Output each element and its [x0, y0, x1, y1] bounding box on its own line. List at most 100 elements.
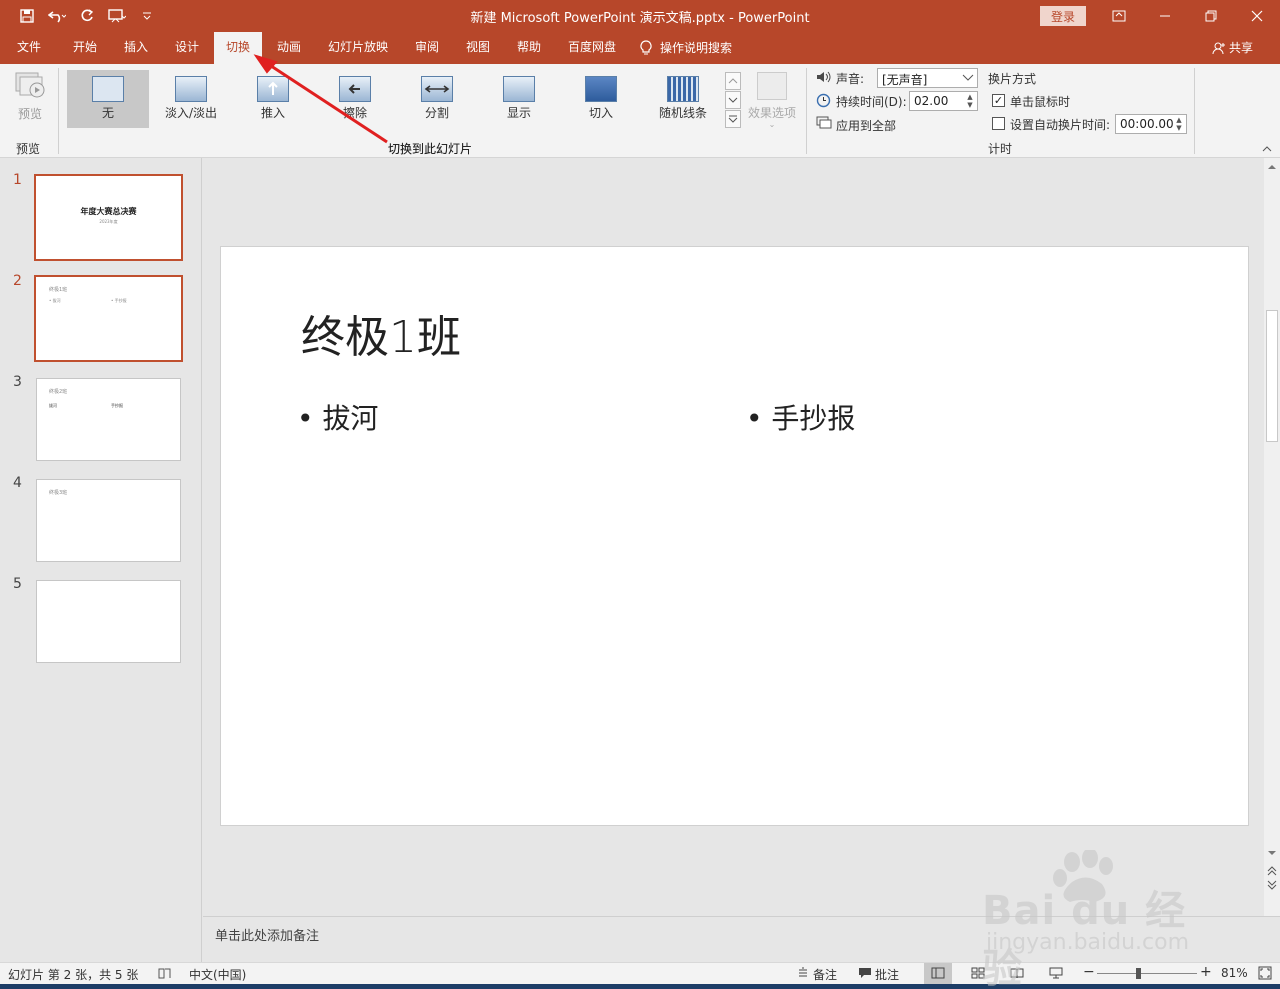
- restore-icon[interactable]: [1188, 0, 1234, 32]
- tab-baidu-netdisk[interactable]: 百度网盘: [560, 32, 624, 64]
- accessibility-icon[interactable]: [158, 967, 171, 980]
- slide-title[interactable]: 终极1班: [301, 301, 461, 365]
- notes-placeholder[interactable]: 单击此处添加备注: [215, 925, 319, 944]
- slide-thumbnail-pane: 1 年度大赛总决赛 2023年度 2 终极1班 • 拔河 • 手抄报 3 终极2…: [0, 158, 202, 962]
- normal-view-button[interactable]: [924, 963, 952, 984]
- transition-push-icon: [257, 76, 289, 102]
- notes-toggle[interactable]: 备注: [813, 966, 837, 983]
- transition-wipe-icon: [339, 76, 371, 102]
- current-slide[interactable]: 终极1班 • 拔河 • 手抄报: [220, 246, 1249, 826]
- thumbnail-bullet: 手抄报: [111, 403, 123, 408]
- tab-design[interactable]: 设计: [164, 32, 210, 64]
- transition-reveal[interactable]: 显示: [478, 70, 560, 128]
- slide-thumbnail-2[interactable]: 终极1班 • 拔河 • 手抄报: [34, 275, 183, 362]
- transition-fade-icon: [175, 76, 207, 102]
- next-slide-icon[interactable]: [1267, 880, 1277, 890]
- transition-none[interactable]: 无: [67, 70, 149, 128]
- watermark-url: jingyan.baidu.com: [986, 930, 1190, 955]
- timing-group-label: 计时: [988, 142, 1013, 156]
- clock-icon: [816, 93, 831, 108]
- transition-push[interactable]: 推入: [232, 70, 314, 128]
- effect-options-button[interactable]: 效果选项 ⌄: [746, 70, 798, 132]
- transition-cut-icon: [585, 76, 617, 102]
- gallery-scroll-up[interactable]: [725, 72, 741, 90]
- minimize-icon[interactable]: [1142, 0, 1188, 32]
- tab-file[interactable]: 文件: [8, 32, 50, 64]
- speaker-icon: [817, 71, 831, 83]
- transition-cut[interactable]: 切入: [560, 70, 642, 128]
- fit-to-window-icon[interactable]: [1258, 966, 1272, 980]
- slide-bullet-left[interactable]: • 拔河: [297, 397, 378, 437]
- scrollbar-thumb[interactable]: [1266, 310, 1278, 442]
- thumbnail-title: 终极1班: [49, 287, 68, 293]
- previous-slide-icon[interactable]: [1267, 866, 1277, 876]
- effect-options-label: 效果选项: [747, 106, 796, 120]
- thumbnail-title: 年度大赛总决赛: [80, 207, 137, 216]
- auto-advance-label: 设置自动换片时间:: [1010, 118, 1111, 132]
- language-status[interactable]: 中文(中国): [189, 966, 246, 983]
- transition-reveal-label: 显示: [506, 106, 531, 120]
- transition-split-label: 分割: [424, 106, 449, 120]
- chevron-down-icon: [728, 97, 738, 103]
- comments-toggle[interactable]: 批注: [875, 966, 899, 983]
- ribbon-display-options-icon[interactable]: [1096, 0, 1142, 32]
- gallery-scroll-down[interactable]: [725, 91, 741, 109]
- transition-none-icon: [92, 76, 124, 102]
- tell-me-label: 操作说明搜索: [660, 41, 733, 55]
- transition-fade-label: 淡入/淡出: [164, 106, 218, 120]
- thumbnail-number: 2: [13, 273, 22, 289]
- slide-thumbnail-4[interactable]: 终极3班: [36, 479, 181, 562]
- transition-split[interactable]: 分割: [396, 70, 478, 128]
- scroll-up-icon[interactable]: [1267, 164, 1277, 170]
- slide-count-status: 幻灯片 第 2 张，共 5 张: [8, 968, 139, 982]
- ribbon-tabs: 文件 开始 插入 设计 切换 动画 幻灯片放映 审阅 视图 帮助 百度网盘 操作…: [0, 32, 1280, 64]
- baidu-watermark: Bai du 经验 jingyan.baidu.com: [982, 848, 1222, 989]
- collapse-ribbon-icon[interactable]: [1262, 146, 1272, 152]
- on-mouse-click-checkbox[interactable]: ✓: [992, 94, 1005, 107]
- tab-help[interactable]: 帮助: [506, 32, 552, 64]
- preview-icon: [15, 72, 45, 98]
- vertical-scrollbar[interactable]: [1264, 158, 1280, 916]
- gallery-more[interactable]: [725, 110, 741, 128]
- effect-options-icon: [757, 72, 787, 100]
- apply-all-button[interactable]: 应用到全部: [836, 117, 896, 134]
- sound-label: 声音:: [836, 72, 865, 86]
- tab-home[interactable]: 开始: [62, 32, 108, 64]
- auto-advance-stepper[interactable]: ▲ ▼: [1173, 114, 1185, 134]
- close-icon[interactable]: [1234, 0, 1280, 32]
- slide-bullet-right[interactable]: • 手抄报: [746, 397, 855, 437]
- tab-animations[interactable]: 动画: [266, 32, 312, 64]
- zoom-level[interactable]: 81%: [1221, 966, 1248, 980]
- apply-all-icon: [816, 116, 832, 129]
- transition-random-bars-icon: [667, 76, 699, 102]
- sound-select[interactable]: [无声音]: [877, 68, 978, 88]
- preview-button[interactable]: 预览: [10, 68, 50, 128]
- transition-push-label: 推入: [260, 106, 285, 120]
- title-bar: 新建 Microsoft PowerPoint 演示文稿.pptx - Powe…: [0, 0, 1280, 32]
- tab-insert[interactable]: 插入: [113, 32, 159, 64]
- tab-transitions[interactable]: 切换: [214, 32, 262, 64]
- chevron-up-icon: [728, 78, 738, 84]
- tab-view[interactable]: 视图: [455, 32, 501, 64]
- slide-thumbnail-5[interactable]: [36, 580, 181, 663]
- transition-cut-label: 切入: [588, 106, 613, 120]
- tell-me-search[interactable]: 操作说明搜索: [640, 32, 750, 64]
- tab-slideshow[interactable]: 幻灯片放映: [318, 32, 398, 64]
- transition-fade[interactable]: 淡入/淡出: [150, 70, 232, 128]
- slide-thumbnail-3[interactable]: 终极2班 拔河 手抄报: [36, 378, 181, 461]
- transition-none-label: 无: [101, 106, 114, 120]
- slide-thumbnail-1[interactable]: 年度大赛总决赛 2023年度: [34, 174, 183, 261]
- transition-wipe[interactable]: 擦除: [314, 70, 396, 128]
- tab-review[interactable]: 审阅: [404, 32, 450, 64]
- sound-value: [无声音]: [882, 73, 928, 87]
- login-button[interactable]: 登录: [1040, 6, 1086, 26]
- advance-slide-heading: 换片方式: [988, 72, 1037, 86]
- share-label: 共享: [1229, 41, 1254, 55]
- share-button[interactable]: 共享: [1212, 32, 1253, 64]
- auto-advance-checkbox[interactable]: [992, 117, 1005, 130]
- thumbnail-number: 5: [13, 576, 22, 592]
- transition-random-bars[interactable]: 随机线条: [642, 70, 724, 128]
- scroll-down-icon[interactable]: [1267, 850, 1277, 856]
- lightbulb-icon: [640, 40, 652, 55]
- duration-stepper[interactable]: ▲ ▼: [964, 91, 976, 111]
